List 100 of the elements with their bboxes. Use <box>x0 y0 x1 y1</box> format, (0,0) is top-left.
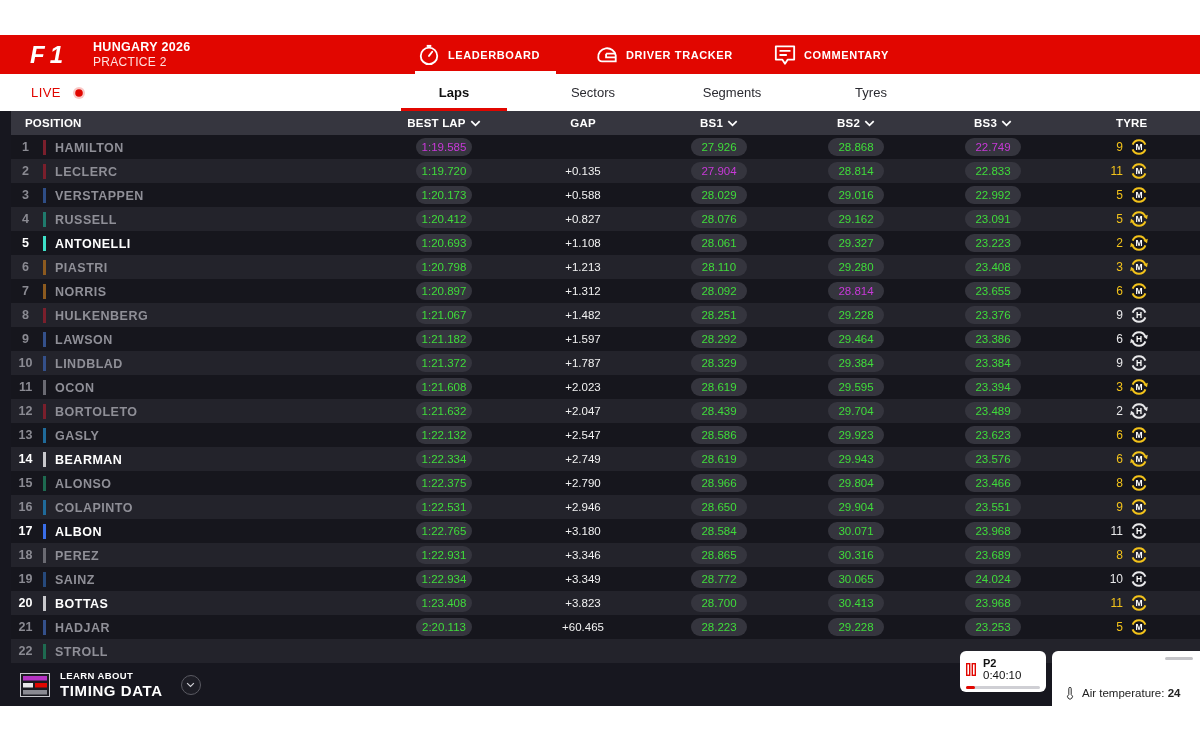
gap-time: +60.465 <box>562 621 604 633</box>
session-clock: 0:40:10 <box>983 669 1022 682</box>
gap-time: +3.349 <box>565 573 601 585</box>
driver-name: ALBON <box>55 525 102 539</box>
chevron-down-icon <box>864 119 875 127</box>
sector-time: 23.623 <box>965 426 1021 444</box>
chevron-down-icon <box>1001 119 1012 127</box>
nav-tab[interactable]: COMMENTARY <box>771 35 912 74</box>
driver-name: OCON <box>55 381 95 395</box>
position-number: 8 <box>22 308 29 322</box>
expand-button[interactable] <box>180 674 201 695</box>
tyre-laps: 5 <box>1115 212 1123 226</box>
tyre-laps: 5 <box>1115 620 1123 634</box>
gap-time: +2.946 <box>565 501 601 513</box>
position-number: 10 <box>18 356 33 370</box>
best-lap-time: 1:19.585 <box>416 138 472 156</box>
best-lap-time: 1:21.182 <box>416 330 472 348</box>
column-sort-button[interactable]: BEST LAP <box>407 117 481 129</box>
tyre-laps: 9 <box>1115 356 1123 370</box>
view-tab[interactable]: Sectors <box>540 74 646 111</box>
gap-time: +3.346 <box>565 549 601 561</box>
best-lap-time: 1:22.531 <box>416 498 472 516</box>
sector-time: 23.376 <box>965 306 1021 324</box>
drag-handle[interactable] <box>1165 657 1193 660</box>
tyre-laps: 5 <box>1115 188 1123 202</box>
tyre-laps: 9 <box>1115 140 1123 154</box>
best-lap-time: 1:22.132 <box>416 426 472 444</box>
tyre-laps: 9 <box>1115 308 1123 322</box>
sector-time: 28.029 <box>691 186 747 204</box>
position-number: 2 <box>22 164 29 178</box>
position-number: 7 <box>22 284 29 298</box>
column-sort-button[interactable]: BS2 <box>837 117 875 129</box>
sector-time: 28.061 <box>691 234 747 252</box>
sector-time: 28.814 <box>828 282 884 300</box>
sector-time: 30.071 <box>828 522 884 540</box>
driver-name: SAINZ <box>55 573 95 587</box>
view-tab[interactable]: Tyres <box>818 74 924 111</box>
position-number: 19 <box>18 572 33 586</box>
sector-time: 28.076 <box>691 210 747 228</box>
sector-time: 29.228 <box>828 306 884 324</box>
column-sort-button[interactable]: BS3 <box>974 117 1012 129</box>
sector-time: 29.280 <box>828 258 884 276</box>
best-lap-time: 1:21.067 <box>416 306 472 324</box>
event-title: HUNGARY 2026 <box>93 39 191 55</box>
sector-time: 30.065 <box>828 570 884 588</box>
best-lap-time: 1:21.608 <box>416 378 472 396</box>
position-number: 9 <box>22 332 29 346</box>
driver-name: ANTONELLI <box>55 237 131 251</box>
position-number: 21 <box>18 620 33 634</box>
position-number: 11 <box>18 380 33 394</box>
promo-caption: LEARN ABOUT <box>60 670 134 682</box>
sector-time: 23.394 <box>965 378 1021 396</box>
tyre-laps: 2 <box>1115 236 1123 250</box>
sector-time: 27.926 <box>691 138 747 156</box>
sector-time: 28.868 <box>828 138 884 156</box>
best-lap-time: 1:20.897 <box>416 282 472 300</box>
tyre-laps: 6 <box>1115 428 1123 442</box>
tyre-laps: 11 <box>1109 596 1123 610</box>
driver-name: STROLL <box>55 645 108 659</box>
chevron-down-icon <box>727 119 738 127</box>
driver-name: BOTTAS <box>55 597 109 611</box>
sector-time: 23.384 <box>965 354 1021 372</box>
stopwatch-icon <box>418 43 440 66</box>
view-tab[interactable]: Segments <box>679 74 785 111</box>
driver-name: LAWSON <box>55 333 113 347</box>
sector-time: 28.586 <box>691 426 747 444</box>
tyre-laps: 9 <box>1115 500 1123 514</box>
tyre-laps: 11 <box>1109 524 1123 538</box>
nav-tab[interactable]: DRIVER TRACKER <box>593 35 734 74</box>
sector-time: 22.833 <box>965 162 1021 180</box>
gap-time: +1.312 <box>565 285 601 297</box>
driver-name: HADJAR <box>55 621 111 635</box>
position-number: 6 <box>22 260 29 274</box>
tyre-laps: 6 <box>1115 284 1123 298</box>
sector-time: 29.228 <box>828 618 884 636</box>
sector-time: 28.966 <box>691 474 747 492</box>
gap-time: +2.047 <box>565 405 601 417</box>
sector-time: 28.619 <box>691 450 747 468</box>
column-sort-button[interactable]: BS1 <box>700 117 738 129</box>
sector-time: 23.408 <box>965 258 1021 276</box>
gap-time: +1.108 <box>565 237 601 249</box>
position-number: 4 <box>22 212 29 226</box>
driver-name: NORRIS <box>55 285 107 299</box>
sector-time: 29.327 <box>828 234 884 252</box>
gap-time: +2.547 <box>565 429 601 441</box>
sector-time: 28.814 <box>828 162 884 180</box>
best-lap-time: 1:23.408 <box>416 594 472 612</box>
logo: F1 <box>30 41 69 68</box>
driver-name: LINDBLAD <box>55 357 123 371</box>
driver-name: HAMILTON <box>55 141 124 155</box>
sector-time: 29.923 <box>828 426 884 444</box>
sector-time: 23.576 <box>965 450 1021 468</box>
driver-name: VERSTAPPEN <box>55 189 144 203</box>
best-lap-time: 1:21.372 <box>416 354 472 372</box>
sector-time: 22.992 <box>965 186 1021 204</box>
position-number: 12 <box>18 404 33 418</box>
live-label: LIVE <box>31 85 61 100</box>
air-temperature: Air temperature: 24 <box>1082 687 1181 699</box>
driver-name: COLAPINTO <box>55 501 133 515</box>
gap-time: +1.213 <box>565 261 601 273</box>
